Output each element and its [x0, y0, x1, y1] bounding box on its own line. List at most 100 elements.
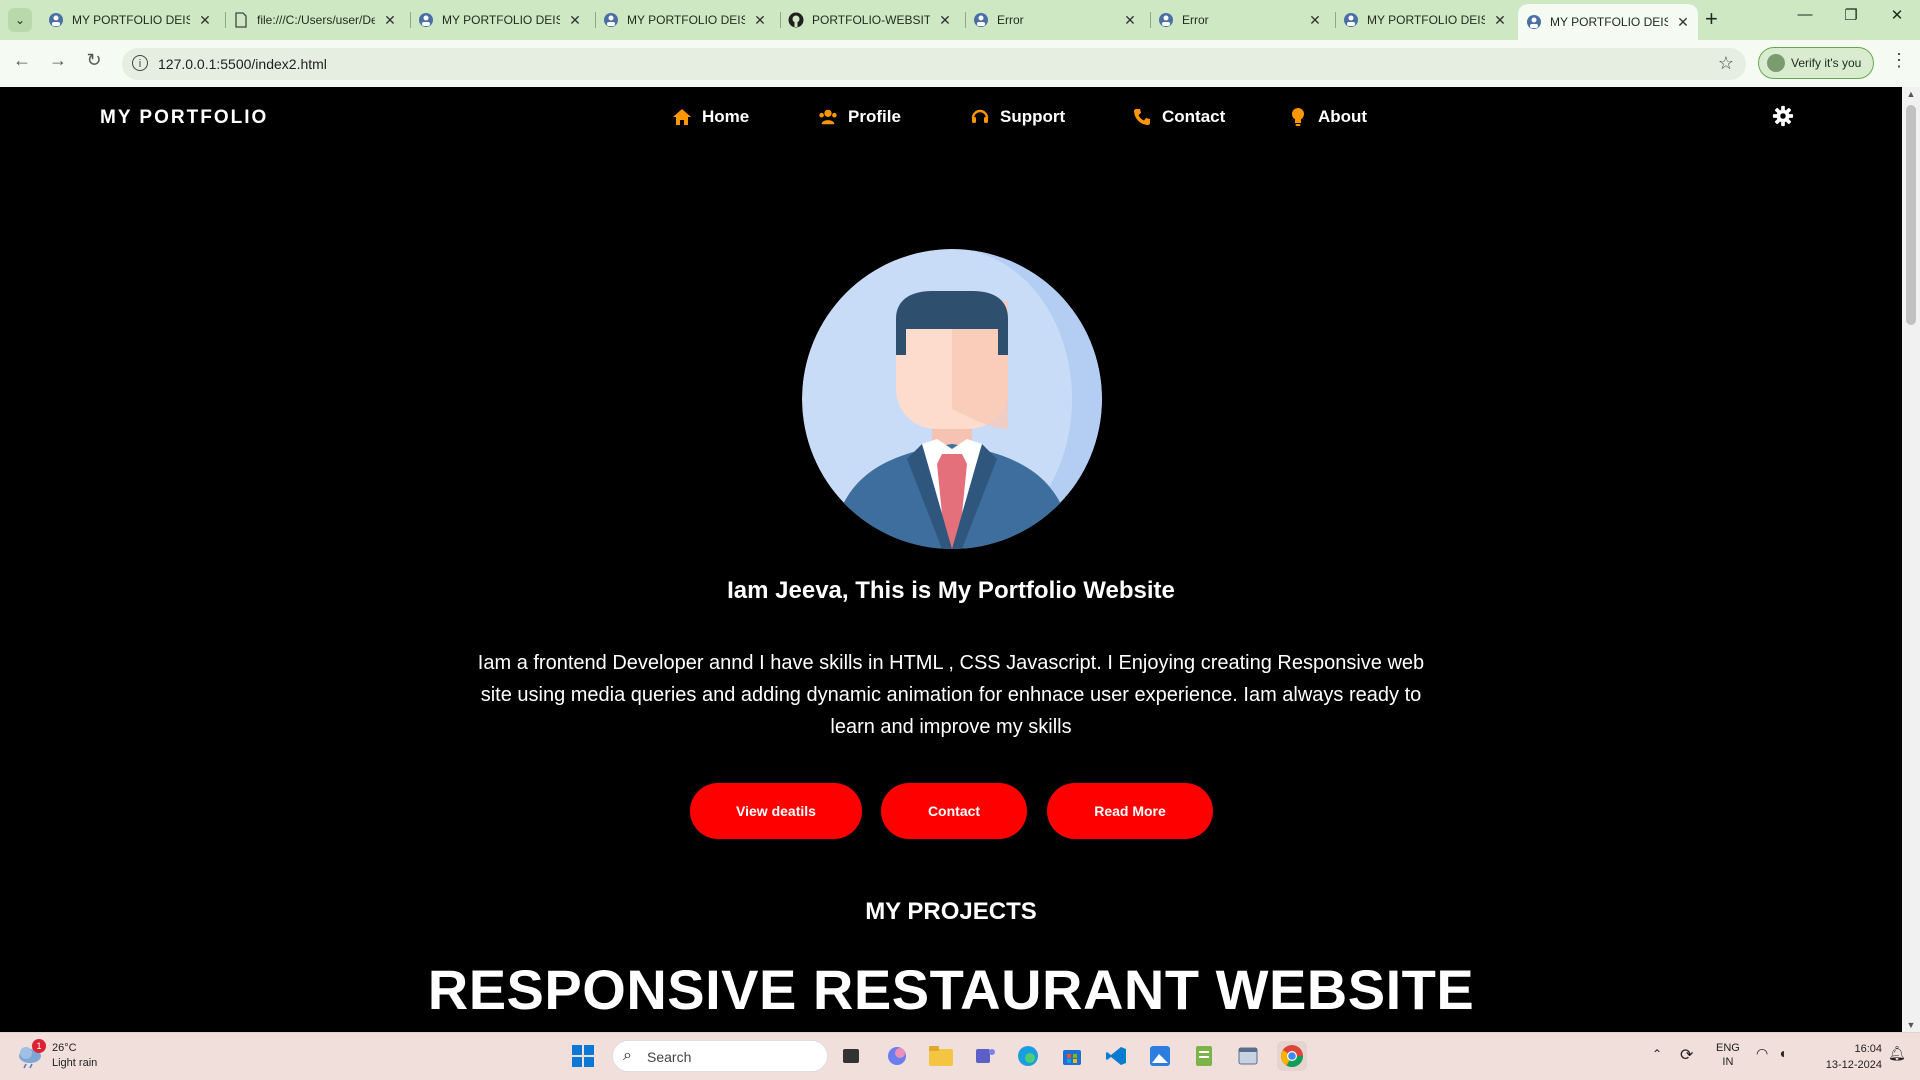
window-app-icon[interactable] — [1233, 1041, 1263, 1071]
task-view-icon[interactable] — [836, 1041, 866, 1071]
project-title: RESPONSIVE RESTAURANT WEBSITE — [427, 958, 1475, 1021]
tab-title: file:///C:/Users/user/Desktop — [257, 13, 375, 27]
close-tab-icon[interactable]: ✕ — [753, 12, 767, 29]
close-tab-icon[interactable]: ✕ — [568, 12, 582, 29]
nav-label: About — [1318, 107, 1368, 126]
sync-icon[interactable]: ⟳ — [1680, 1045, 1693, 1065]
edge-icon[interactable] — [1013, 1041, 1043, 1071]
browser-tab[interactable]: file:///C:/Users/user/Desktop ✕ — [233, 6, 397, 34]
portfolio-page: MY PORTFOLIO Home Profile Support Contac… — [0, 87, 1902, 1032]
tab-title: MY PORTFOLIO DEISGN — [72, 13, 190, 27]
close-tab-icon[interactable]: ✕ — [1676, 14, 1690, 31]
forward-icon[interactable]: → — [46, 50, 70, 71]
verify-profile-button[interactable]: Verify it's you — [1758, 47, 1874, 79]
avatar — [1767, 54, 1785, 72]
show-hidden-icons-chevron-icon[interactable]: ⌃ — [1652, 1047, 1662, 1061]
tab-title: MY PORTFOLIO DEISGN — [627, 13, 745, 27]
browser-tab[interactable]: PORTFOLIO-WEBSITE ✕ — [788, 6, 952, 34]
minimize-icon[interactable]: — — [1782, 6, 1828, 23]
weather-widget[interactable]: 1 26°C Light rain — [16, 1039, 98, 1071]
portfolio-favicon-icon — [973, 12, 989, 28]
browser-tab[interactable]: MY PORTFOLIO DEISGN ✕ — [1343, 6, 1507, 34]
close-tab-icon[interactable]: ✕ — [198, 12, 212, 29]
close-window-icon[interactable]: ✕ — [1874, 6, 1920, 24]
nav-contact[interactable]: Contact — [1132, 107, 1225, 127]
nav-support[interactable]: Support — [970, 107, 1065, 127]
site-info-icon[interactable]: i — [132, 55, 148, 71]
portfolio-favicon-icon — [48, 12, 64, 28]
page-scrollbar[interactable]: ▲ ▼ — [1902, 87, 1920, 1032]
tab-divider — [410, 12, 411, 28]
scrollbar-thumb[interactable] — [1906, 105, 1916, 325]
view-details-button[interactable]: View deatils — [690, 783, 862, 839]
users-icon — [818, 107, 838, 127]
cloud-rain-icon: 1 — [16, 1039, 46, 1069]
read-more-button[interactable]: Read More — [1047, 783, 1213, 839]
back-icon[interactable]: ← — [10, 50, 34, 71]
wifi-icon[interactable]: ◠ — [1756, 1045, 1768, 1062]
portfolio-favicon-icon — [1343, 12, 1359, 28]
weather-temp: 26°C — [52, 1042, 77, 1054]
nav-label: Support — [1000, 107, 1066, 126]
language-indicator[interactable]: ENG IN — [1716, 1041, 1740, 1069]
browser-tab-active[interactable]: MY PORTFOLIO DEISGN ✕ — [1518, 4, 1698, 40]
restore-icon[interactable]: ❐ — [1828, 6, 1874, 24]
browser-tab[interactable]: Error ✕ — [1158, 6, 1322, 34]
taskbar-search[interactable]: ⌕ Search — [612, 1040, 828, 1072]
notepad-app-icon[interactable] — [1189, 1041, 1219, 1071]
tab-divider — [780, 12, 781, 28]
close-tab-icon[interactable]: ✕ — [1493, 12, 1507, 29]
file-favicon-icon — [233, 12, 249, 28]
weather-desc: Light rain — [52, 1057, 98, 1069]
microsoft-store-icon[interactable] — [1057, 1041, 1087, 1071]
browser-tab[interactable]: MY PORTFOLIO DEISGN ✕ — [603, 6, 767, 34]
photos-icon[interactable] — [1145, 1041, 1175, 1071]
windows-start-icon[interactable] — [568, 1041, 598, 1071]
site-brand[interactable]: MY PORTFOLIO — [100, 107, 268, 129]
browser-tab[interactable]: MY PORTFOLIO DEISGN ✕ — [418, 6, 582, 34]
windows-taskbar: 1 26°C Light rain ⌕ Search ⌃ ⟳ ENG IN ◠ … — [0, 1032, 1920, 1080]
clock[interactable]: 16:04 13-12-2024 — [1806, 1041, 1882, 1073]
tab-title: MY PORTFOLIO DEISGN — [1367, 13, 1485, 27]
browser-tab[interactable]: MY PORTFOLIO DEISGN ✕ — [48, 6, 212, 34]
close-tab-icon[interactable]: ✕ — [938, 12, 952, 29]
nav-label: Home — [702, 107, 750, 126]
tab-divider — [595, 12, 596, 28]
volume-icon[interactable]: ◖ — [1778, 1045, 1786, 1061]
gear-icon[interactable] — [1772, 105, 1794, 127]
intro-title: Iam Jeeva, This is My Portfolio Website — [727, 577, 1175, 604]
bookmark-star-icon[interactable]: ☆ — [1718, 53, 1734, 74]
new-tab-button[interactable]: + — [1705, 8, 1718, 30]
url-text[interactable]: 127.0.0.1:5500/index2.html — [158, 56, 327, 72]
scroll-up-arrow-icon[interactable]: ▲ — [1902, 89, 1920, 99]
lang-line1: ENG — [1716, 1042, 1740, 1054]
portfolio-favicon-icon — [1158, 12, 1174, 28]
file-explorer-icon[interactable] — [926, 1041, 956, 1071]
nav-profile[interactable]: Profile — [818, 107, 901, 127]
search-label: Search — [647, 1049, 692, 1065]
tab-divider — [1150, 12, 1151, 28]
tab-search-button[interactable]: ⌄ — [8, 8, 32, 32]
vscode-icon[interactable] — [1101, 1041, 1131, 1071]
close-tab-icon[interactable]: ✕ — [383, 12, 397, 29]
reload-icon[interactable]: ↻ — [82, 50, 106, 71]
close-tab-icon[interactable]: ✕ — [1308, 12, 1322, 29]
nav-about[interactable]: About — [1288, 107, 1367, 127]
browser-menu-icon[interactable]: ⋮ — [1890, 50, 1908, 71]
scroll-down-arrow-icon[interactable]: ▼ — [1902, 1020, 1920, 1030]
lang-line2: IN — [1722, 1056, 1734, 1068]
chrome-icon[interactable] — [1277, 1041, 1307, 1071]
teams-icon[interactable] — [970, 1041, 1000, 1071]
notification-bell-icon[interactable]: 🔔︎ — [1888, 1045, 1906, 1062]
headset-icon — [970, 107, 990, 127]
nav-home[interactable]: Home — [672, 107, 749, 127]
address-bar[interactable]: i 127.0.0.1:5500/index2.html ☆ — [122, 48, 1746, 80]
tab-divider — [1335, 12, 1336, 28]
copilot-icon[interactable] — [882, 1041, 912, 1071]
projects-heading: MY PROJECTS — [865, 898, 1037, 925]
home-icon — [672, 107, 692, 127]
tab-title: Error — [997, 13, 1024, 27]
contact-button[interactable]: Contact — [881, 783, 1027, 839]
browser-tab[interactable]: Error ✕ — [973, 6, 1137, 34]
close-tab-icon[interactable]: ✕ — [1123, 12, 1137, 29]
